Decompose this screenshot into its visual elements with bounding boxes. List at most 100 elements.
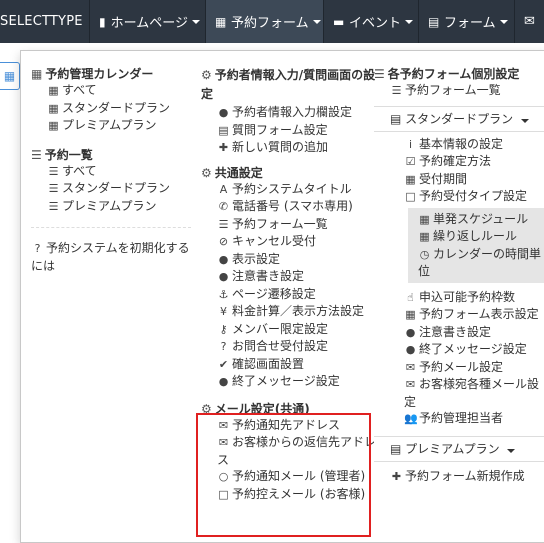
notify-address-setting[interactable]: ✉ 予約通知先アドレス — [201, 417, 376, 435]
page-transition-setting[interactable]: ⚓ ページ遷移設定 — [201, 286, 376, 304]
calendar-grid-button[interactable]: ▦ — [0, 62, 20, 90]
standard-plan-toggle[interactable]: ▤ スタンダードプラン — [374, 105, 544, 132]
standard-item-label: 終了メッセージ設定 — [419, 342, 527, 356]
standard-item-label: 申込可能予約枠数 — [419, 289, 516, 304]
new-form-link[interactable]: ✚ 予約フォーム新規作成 — [374, 468, 544, 486]
mail-icon: ✉ — [524, 14, 535, 29]
reply-address-setting[interactable]: ✉ お客様からの返信先アドレス — [201, 434, 376, 468]
common-item-label: 予約システムタイトル — [232, 181, 352, 196]
reservation-mail-setting[interactable]: ✉ 予約メール設定 — [384, 359, 544, 377]
comment-icon: ● — [405, 325, 416, 339]
common-item-label: 表示設定 — [232, 251, 281, 266]
nav-mail[interactable]: ✉ — [515, 0, 544, 43]
anchor-icon: ⚓ — [218, 287, 229, 301]
caret-down-icon — [312, 19, 321, 24]
manager-setting[interactable]: 👥予約管理担当者 — [384, 410, 544, 428]
customer-mail-setting[interactable]: ✉ お客様宛各種メール設定 — [384, 376, 544, 410]
nav-homepage[interactable]: ▮ ホームページ — [90, 0, 206, 43]
notice-setting[interactable]: ● 注意書き設定 — [201, 268, 376, 286]
display-setting[interactable]: ● 表示設定 — [201, 251, 376, 269]
calendar-time-unit-setting[interactable]: ◷ カレンダーの時間単位 — [408, 246, 544, 280]
envelope-icon: ✉ — [405, 360, 416, 374]
calendar-item-standard[interactable]: ▦ スタンダードプラン — [31, 100, 191, 118]
reserver-info-heading-label: 予約者情報入力/質問画面の設定 — [201, 68, 376, 101]
plan-end-message-setting[interactable]: ● 終了メッセージ設定 — [384, 341, 544, 359]
calendar-icon: ▦ — [31, 67, 43, 81]
common-item-label: メンバー限定設定 — [232, 321, 329, 336]
system-title-setting[interactable]: A 予約システムタイトル — [201, 181, 376, 199]
caret-down-icon — [191, 19, 200, 24]
premium-plan-toggle[interactable]: ▤ プレミアムプラン — [374, 435, 544, 462]
gear-icon: ⚙ — [201, 401, 212, 416]
key-icon: ⚷ — [219, 322, 228, 336]
standard-item-label: 受付期間 — [419, 171, 468, 186]
cancel-accept-setting[interactable]: ⊘ キャンセル受付 — [201, 233, 376, 251]
standard-item-label: 予約受付タイプ設定 — [419, 189, 528, 203]
reserver-info-field-settings[interactable]: ● 予約者情報入力欄設定 — [201, 104, 376, 122]
calendar-item-all[interactable]: ▦ すべて — [31, 82, 191, 100]
single-schedule-setting[interactable]: ▦ 単発スケジュール — [408, 211, 544, 229]
list-item-all[interactable]: ☰ すべて — [31, 163, 191, 181]
fee-calculation-setting[interactable]: ¥ 料金計算／表示方法設定 — [201, 303, 376, 321]
nav-homepage-label: ホームページ — [110, 16, 188, 31]
reset-system-label: 予約システムを初期化するには — [31, 241, 190, 273]
reset-system-link[interactable]: ? 予約システムを初期化するには — [31, 240, 191, 274]
form-icon: ▤ — [390, 111, 402, 126]
admin-notify-mail-setting[interactable]: ○ 予約通知メール (管理者) — [201, 468, 376, 486]
reception-period-setting[interactable]: ▦ 受付期間 — [384, 171, 544, 189]
nav-reservation-form[interactable]: ▦ 予約フォーム — [206, 0, 324, 43]
confirm-screen-setting[interactable]: ✔ 確認画面設置 — [201, 356, 376, 374]
nav-form[interactable]: ▤ フォーム — [419, 0, 515, 43]
new-form-label: 予約フォーム新規作成 — [405, 468, 525, 483]
calendar-icon: ▦ — [48, 84, 59, 97]
slot-count-setting[interactable]: ☝ 申込可能予約枠数 — [384, 289, 544, 307]
reservation-list-heading: ☰ 予約一覧 — [31, 147, 191, 163]
mail-item-label: お客様からの返信先アドレス — [217, 435, 377, 467]
common-settings-heading-label: 共通設定 — [214, 165, 263, 180]
list-icon: ☰ — [31, 147, 42, 162]
caret-down-icon — [507, 448, 516, 453]
add-new-question[interactable]: ✚ 新しい質問の追加 — [201, 139, 376, 157]
common-item-label: 確認画面設置 — [232, 356, 305, 371]
list-item-premium[interactable]: ☰ プレミアムプラン — [31, 198, 191, 216]
comment-icon: ● — [218, 252, 229, 266]
form-icon: ▤ — [428, 14, 440, 29]
calendar-icon: ▦ — [48, 101, 59, 115]
reception-type-setting[interactable]: □ 予約受付タイプ設定 — [384, 188, 544, 206]
standard-plan-submenu: i 基本情報の設定 ☑ 予約確定方法 ▦ 受付期間 □ 予約受付タイプ設定 — [374, 132, 544, 206]
top-navbar: SELECTTYPE ▮ ホームページ ▦ 予約フォーム ▬ イベント ▤ フォ… — [0, 0, 544, 43]
list-item-label: プレミアムプラン — [62, 198, 157, 213]
brand-logo[interactable]: SELECTTYPE — [0, 0, 90, 43]
question-form-settings[interactable]: ▤ 質問フォーム設定 — [201, 122, 376, 140]
comment-icon: ● — [218, 270, 229, 283]
list-item-standard[interactable]: ☰ スタンダードプラン — [31, 180, 191, 198]
mail-item-label: 予約通知先アドレス — [232, 417, 341, 432]
repeat-rule-setting[interactable]: ▦ 繰り返しルール — [408, 228, 544, 246]
question-circle-icon: ? — [34, 242, 41, 255]
confirm-method-setting[interactable]: ☑ 予約確定方法 — [384, 153, 544, 171]
phone-number-setting[interactable]: ✆ 電話番号 (スマホ専用) — [201, 198, 376, 216]
common-item-label: 終了メッセージ設定 — [232, 374, 340, 388]
form-icon: ▤ — [218, 123, 229, 137]
form-list-setting[interactable]: ☰ 予約フォーム一覧 — [201, 216, 376, 234]
form-list-link[interactable]: ☰ 予約フォーム一覧 — [374, 82, 544, 100]
form-display-setting[interactable]: ▦ 予約フォーム表示設定 — [384, 306, 544, 324]
list-icon: ☰ — [48, 182, 59, 195]
plan-notice-setting[interactable]: ● 注意書き設定 — [384, 324, 544, 342]
list-icon: ☰ — [48, 164, 59, 178]
mail-settings-heading-label: メール設定(共通) — [214, 401, 310, 416]
nav-event[interactable]: ▬ イベント — [324, 0, 419, 43]
end-message-setting[interactable]: ● 終了メッセージ設定 — [201, 373, 376, 391]
member-limit-setting[interactable]: ⚷ メンバー限定設定 — [201, 321, 376, 339]
square-outline-icon: □ — [405, 190, 416, 203]
calendar-item-premium[interactable]: ▦ プレミアムプラン — [31, 117, 191, 135]
customer-copy-mail-setting[interactable]: □ 予約控えメール (お客様) — [201, 486, 376, 504]
list-icon: ☰ — [391, 84, 402, 97]
inquiry-setting[interactable]: ? お問合せ受付設定 — [201, 338, 376, 356]
gear-icon: ⚙ — [201, 68, 212, 82]
premium-plan-label: プレミアムプラン — [405, 441, 500, 456]
calendar-icon: ▦ — [215, 14, 227, 29]
standard-item-label: 予約フォーム表示設定 — [419, 307, 539, 321]
basic-info-setting[interactable]: i 基本情報の設定 — [384, 136, 544, 154]
common-item-label: ページ遷移設定 — [232, 286, 316, 301]
